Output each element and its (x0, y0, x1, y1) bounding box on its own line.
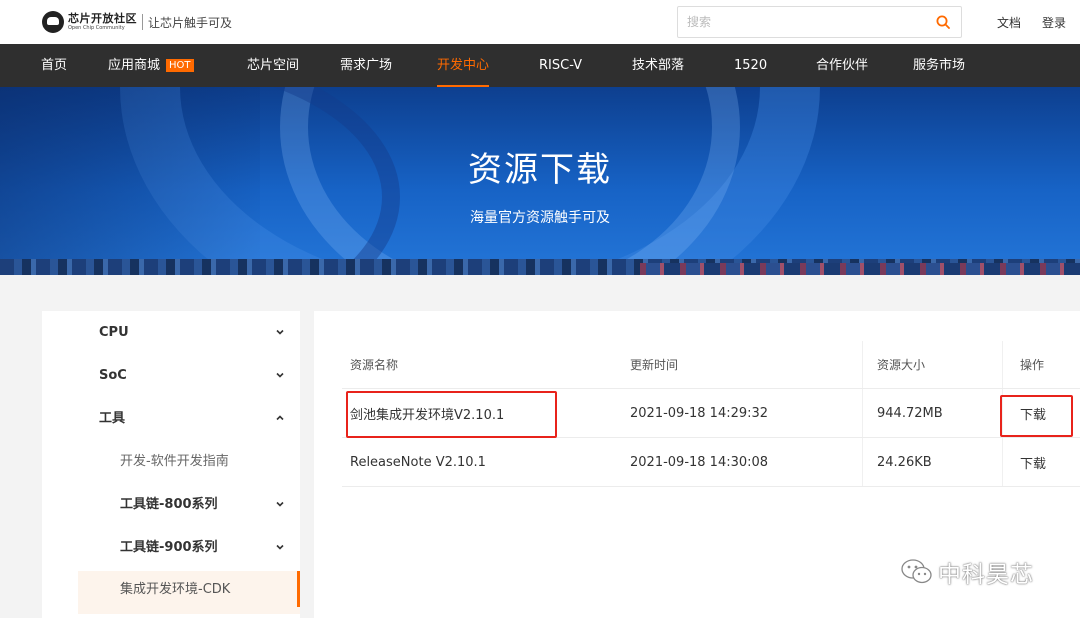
watermark: 中科昊芯 (900, 555, 1034, 589)
sidebar-item-tools[interactable]: 工具 (42, 397, 300, 440)
chevron-up-icon (276, 415, 284, 421)
site-logo[interactable]: 芯片开放社区 Open Chip Community 让芯片触手可及 (42, 11, 232, 33)
nav-item-dev-center[interactable]: 开发中心 (437, 44, 490, 87)
table-header-row: 资源名称 更新时间 资源大小 操作 (342, 341, 1080, 389)
table-row: ReleaseNote V2.10.1 2021-09-18 14:30:08 … (342, 438, 1080, 487)
wechat-icon (901, 559, 932, 584)
nav-item-demand-square[interactable]: 需求广场 (340, 44, 392, 87)
nav-item-chip-space[interactable]: 芯片空间 (247, 44, 299, 87)
nav-item-home[interactable]: 首页 (41, 44, 67, 87)
sidebar-item-cpu[interactable]: CPU (42, 311, 300, 354)
resource-size: 944.72MB (862, 389, 1002, 437)
nav-item-app-store[interactable]: 应用商城 HOT (108, 44, 194, 87)
column-header-action: 操作 (1002, 341, 1080, 388)
column-header-updated: 更新时间 (630, 358, 679, 372)
nav-item-tech-tribe[interactable]: 技术部落 (632, 44, 684, 87)
hero-banner: 资源下载 海量官方资源触手可及 (0, 87, 1080, 275)
logo-mark-icon (42, 11, 64, 33)
top-bar: 芯片开放社区 Open Chip Community 让芯片触手可及 文档 登录 (0, 0, 1080, 44)
chevron-down-icon (276, 544, 284, 550)
chevron-down-icon (276, 329, 284, 335)
resource-updated-time: 2021-09-18 14:30:08 (630, 454, 769, 470)
highlight-box-download (1000, 395, 1073, 437)
chevron-down-icon (276, 501, 284, 507)
highlight-box-resource-name (346, 391, 557, 438)
logo-name: 芯片开放社区 (68, 12, 137, 25)
chevron-down-icon (276, 372, 284, 378)
banner-subtitle: 海量官方资源触手可及 (470, 210, 610, 226)
logo-english-name: Open Chip Community (68, 25, 125, 31)
banner-title: 资源下载 (468, 150, 612, 190)
resource-name: ReleaseNote V2.10.1 (350, 454, 486, 470)
sidebar-item-dev-guide[interactable]: 开发-软件开发指南 (42, 440, 300, 483)
sidebar-item-toolchain-800[interactable]: 工具链-800系列 (42, 483, 300, 526)
column-header-name: 资源名称 (350, 358, 399, 372)
sidebar-item-toolchain-900[interactable]: 工具链-900系列 (42, 526, 300, 569)
search-input[interactable] (678, 7, 918, 37)
watermark-text: 中科昊芯 (938, 562, 1034, 588)
banner-city-lights (640, 263, 1080, 275)
nav-item-risc-v[interactable]: RISC-V (539, 44, 582, 87)
main-nav: 首页 应用商城 HOT 芯片空间 需求广场 开发中心 RISC-V 技术部落 15… (0, 44, 1080, 87)
category-sidebar: CPU SoC 工具 开发-软件开发指南 工具链-800系列 工具链-900系列… (42, 311, 300, 618)
docs-link[interactable]: 文档 (997, 14, 1021, 31)
resource-updated-time: 2021-09-18 14:29:32 (630, 405, 769, 421)
nav-item-service-market[interactable]: 服务市场 (913, 44, 965, 87)
logo-divider (142, 14, 143, 30)
nav-item-partners[interactable]: 合作伙伴 (816, 44, 868, 87)
sidebar-item-soc[interactable]: SoC (42, 354, 300, 397)
resource-size: 24.26KB (862, 438, 1002, 486)
logo-slogan: 让芯片触手可及 (148, 15, 233, 30)
sidebar-item-cdk[interactable]: 集成开发环境-CDK (78, 571, 300, 614)
login-link[interactable]: 登录 (1042, 14, 1066, 31)
nav-item-1520[interactable]: 1520 (734, 44, 767, 87)
download-link[interactable]: 下载 (1002, 438, 1080, 486)
hot-badge: HOT (166, 59, 194, 72)
search-icon[interactable] (936, 15, 950, 29)
search-box (677, 6, 962, 38)
column-header-size: 资源大小 (862, 341, 1002, 388)
